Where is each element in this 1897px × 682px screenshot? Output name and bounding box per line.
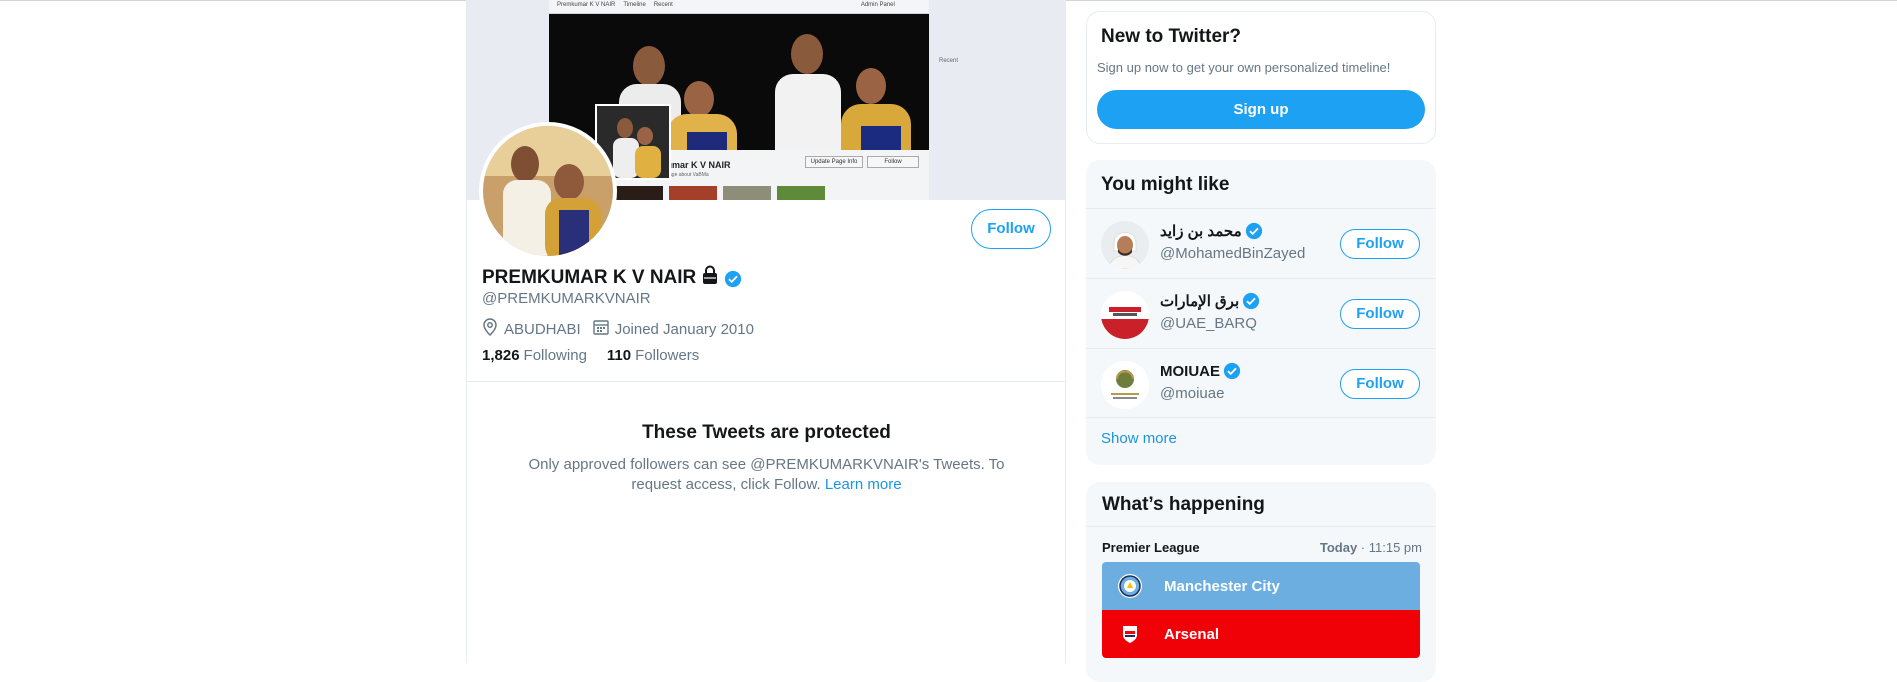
profile-meta: ABUDHABI Joined January 2010 xyxy=(482,318,766,340)
profile-column: Premkumar K V NAIR Timeline Recent Admin Pa… xyxy=(466,0,1066,663)
protected-message: Only approved followers can see @PREMKUM… xyxy=(528,456,1005,493)
profile-avatar[interactable] xyxy=(479,122,617,260)
lock-icon xyxy=(700,265,720,290)
suggestion-item[interactable]: محمد بن زايد @MohamedBinZayed Follow xyxy=(1086,208,1436,278)
suggestion-name: MOIUAE xyxy=(1160,362,1241,380)
learn-more-link[interactable]: Learn more xyxy=(825,476,902,493)
followers-stat[interactable]: 110 Followers xyxy=(607,347,699,364)
suggestion-name: برق الإمارات xyxy=(1160,292,1260,310)
location: ABUDHABI xyxy=(482,318,581,340)
suggestion-item[interactable]: MOIUAE @moiuae Follow xyxy=(1086,348,1436,418)
avatar xyxy=(1101,221,1149,269)
location-text: ABUDHABI xyxy=(504,320,581,338)
event-league: Premier League xyxy=(1102,540,1200,555)
banner-topbar: Premkumar K V NAIR Timeline Recent Admin Pa… xyxy=(549,0,929,14)
profile-stats: 1,826 Following 110 Followers xyxy=(482,347,719,364)
new-to-twitter-title: New to Twitter? xyxy=(1101,26,1242,47)
arsenal-crest-icon xyxy=(1118,622,1142,646)
manchester-city-crest-icon xyxy=(1118,574,1142,598)
verified-badge-icon xyxy=(724,269,742,287)
team-row-manchester-city[interactable]: Manchester City xyxy=(1102,562,1420,610)
suggestion-handle: @moiuae xyxy=(1160,385,1225,402)
banner-update-button: Update Page Info xyxy=(805,156,863,168)
following-stat[interactable]: 1,826 Following xyxy=(482,347,587,364)
follow-button[interactable]: Follow xyxy=(1340,299,1420,329)
calendar-icon xyxy=(592,319,609,339)
suggestion-handle: @MohamedBinZayed xyxy=(1160,245,1306,262)
follow-button[interactable]: Follow xyxy=(1340,369,1420,399)
divider xyxy=(467,381,1066,382)
join-date: Joined January 2010 xyxy=(592,319,754,339)
protected-title: These Tweets are protected xyxy=(642,422,891,443)
join-date-text: Joined January 2010 xyxy=(614,320,754,338)
verified-badge-icon xyxy=(1245,222,1263,240)
profile-name: PREMKUMAR K V NAIR xyxy=(482,266,697,288)
profile-name-row: PREMKUMAR K V NAIR xyxy=(482,265,742,290)
signup-button[interactable]: Sign up xyxy=(1097,90,1425,129)
banner-thumbnails xyxy=(615,186,847,200)
profile-handle: @PREMKUMARKVNAIR xyxy=(482,290,651,307)
suggestion-handle: @UAE_BARQ xyxy=(1160,315,1257,332)
banner-side-text: Recent xyxy=(939,58,959,64)
new-to-twitter-subtitle: Sign up now to get your own personalized… xyxy=(1097,60,1391,75)
suggestion-name: محمد بن زايد xyxy=(1160,222,1263,240)
whats-happening-card: What’s happening Premier League Today · … xyxy=(1086,482,1436,682)
verified-badge-icon xyxy=(1223,362,1241,380)
new-to-twitter-card: New to Twitter? Sign up now to get your … xyxy=(1086,11,1436,144)
team-row-arsenal[interactable]: Arsenal xyxy=(1102,610,1420,658)
you-might-like-card: You might like محمد بن زايد @MohamedBinZ… xyxy=(1086,160,1436,465)
event-header[interactable]: Premier League Today · 11:15 pm xyxy=(1102,540,1422,555)
show-more-link[interactable]: Show more xyxy=(1101,430,1177,447)
avatar xyxy=(1101,291,1149,339)
whats-happening-title: What’s happening xyxy=(1102,494,1265,515)
divider xyxy=(1086,417,1436,418)
location-pin-icon xyxy=(482,318,498,340)
suggestion-item[interactable]: برق الإمارات @UAE_BARQ Follow xyxy=(1086,278,1436,348)
follow-button[interactable]: Follow xyxy=(1340,229,1420,259)
team-name: Arsenal xyxy=(1164,625,1220,643)
divider xyxy=(1086,526,1436,527)
verified-badge-icon xyxy=(1242,292,1260,310)
follow-button[interactable]: Follow xyxy=(971,209,1051,249)
banner-follow-button: Follow xyxy=(867,156,919,168)
event-time: Today · 11:15 pm xyxy=(1319,540,1422,555)
team-name: Manchester City xyxy=(1164,577,1280,595)
you-might-like-title: You might like xyxy=(1101,174,1230,195)
avatar xyxy=(1101,361,1149,409)
